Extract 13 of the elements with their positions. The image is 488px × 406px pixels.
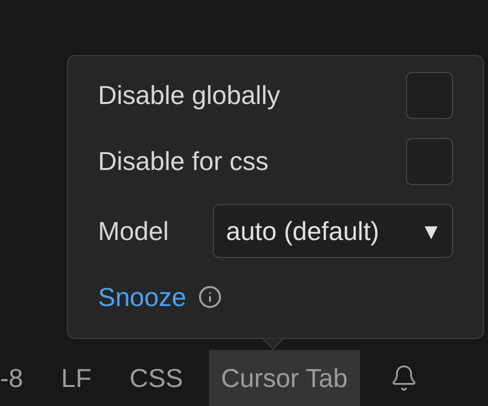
model-dropdown[interactable]: auto (default) ▼ xyxy=(213,204,453,258)
option-label: Model xyxy=(98,214,169,248)
snooze-link[interactable]: Snooze xyxy=(98,278,186,316)
info-icon[interactable] xyxy=(198,285,222,309)
bell-icon[interactable] xyxy=(390,363,418,393)
option-label: Disable for css xyxy=(98,144,268,178)
status-item[interactable]: CSS xyxy=(117,350,195,406)
option-label: Disable globally xyxy=(98,78,280,112)
checkbox[interactable] xyxy=(406,72,453,118)
status-item[interactable]: -8 xyxy=(0,350,36,406)
checkbox[interactable] xyxy=(406,138,453,184)
status-item[interactable]: LF xyxy=(49,350,104,406)
status-item[interactable]: Cursor Tab xyxy=(208,350,360,406)
